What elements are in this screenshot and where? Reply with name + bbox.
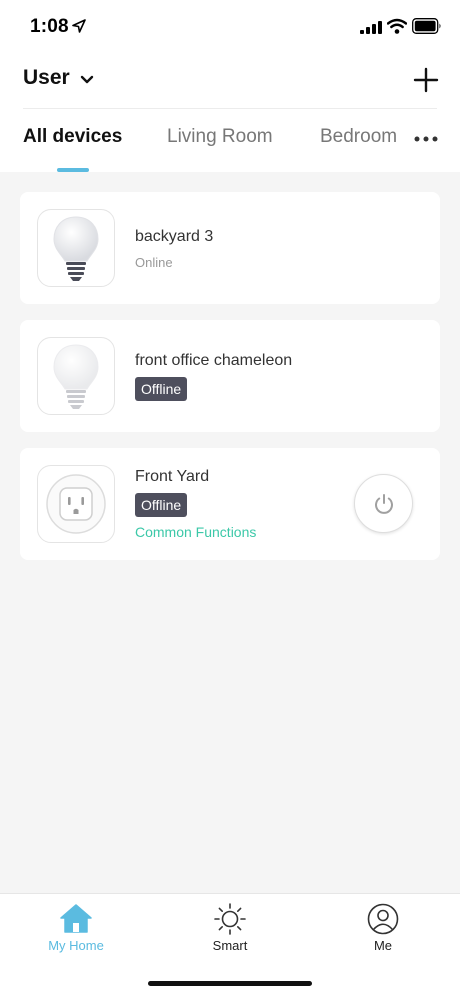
sun-icon: [214, 903, 246, 935]
device-thumbnail: [37, 465, 115, 543]
bottom-navigation: My Home Smart Me: [0, 893, 460, 996]
nav-smart[interactable]: Smart: [175, 902, 285, 953]
tab-all-devices[interactable]: All devices: [23, 126, 122, 148]
device-thumbnail: [37, 337, 115, 415]
more-icon[interactable]: [414, 135, 438, 143]
tab-living-room[interactable]: Living Room: [167, 126, 273, 148]
power-icon: [374, 493, 393, 514]
device-card-front-yard[interactable]: Front Yard Offline Common Functions: [20, 448, 440, 560]
device-name: backyard 3: [135, 228, 214, 245]
nav-me[interactable]: Me: [328, 902, 438, 953]
home-name: User: [23, 66, 70, 89]
active-tab-indicator: [57, 168, 89, 172]
tab-bedroom[interactable]: Bedroom: [320, 126, 397, 148]
offline-badge: Offline: [135, 377, 188, 401]
nav-label: Smart: [212, 938, 248, 953]
signal-icon: [360, 21, 382, 34]
device-card-backyard-3[interactable]: backyard 3 Online: [20, 192, 440, 304]
status-bar: 1:08: [0, 0, 460, 54]
top-header-area: 1:08 User All devices Living Room Bedroo…: [0, 0, 460, 172]
location-arrow-icon: [72, 19, 86, 33]
home-indicator: [148, 981, 312, 986]
wifi-icon: [387, 18, 407, 34]
smart-plug-icon: [46, 474, 106, 534]
home-icon: [60, 904, 92, 933]
chevron-down-icon: [80, 75, 93, 83]
device-thumbnail: [37, 209, 115, 287]
common-functions-link[interactable]: Common Functions: [135, 524, 256, 540]
device-name: front office chameleon: [135, 352, 293, 369]
home-selector[interactable]: User: [23, 62, 94, 94]
add-icon[interactable]: [413, 67, 439, 93]
nav-my-home[interactable]: My Home: [21, 902, 131, 953]
device-status: Online: [135, 255, 173, 270]
profile-icon: [367, 903, 399, 935]
status-time: 1:08: [30, 16, 69, 37]
device-card-front-office-chameleon[interactable]: front office chameleon Offline: [20, 320, 440, 432]
nav-label: My Home: [48, 938, 104, 953]
light-bulb-icon: [53, 344, 99, 409]
offline-badge: Offline: [135, 493, 188, 517]
nav-label: Me: [373, 938, 393, 953]
power-button[interactable]: [354, 474, 413, 533]
battery-icon: [412, 18, 441, 34]
device-name: Front Yard: [135, 468, 210, 485]
light-bulb-icon: [53, 216, 99, 281]
header-divider: [23, 108, 437, 109]
